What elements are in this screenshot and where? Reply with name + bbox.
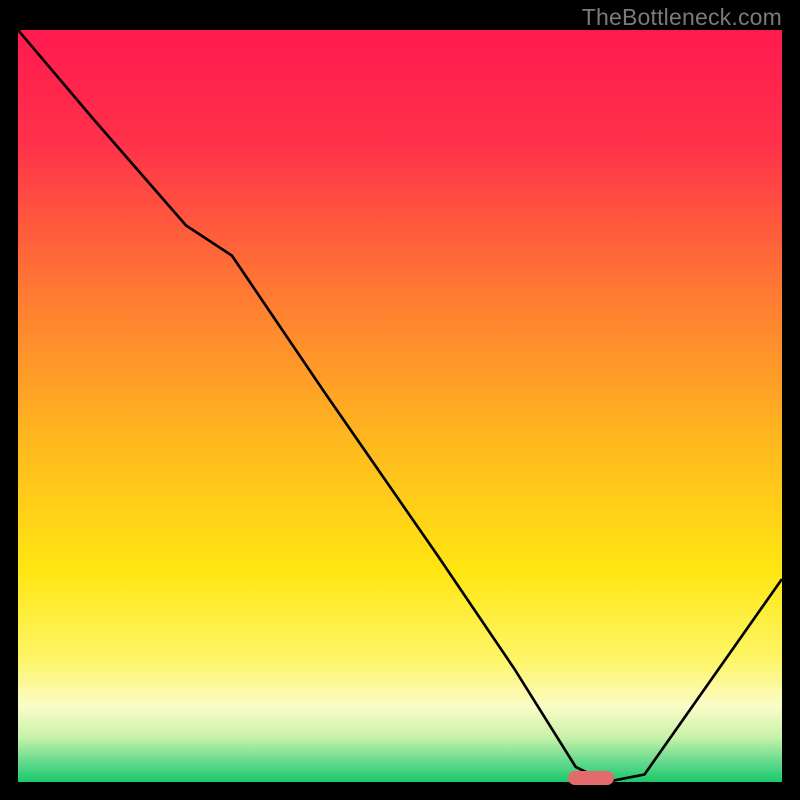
watermark-text: TheBottleneck.com — [582, 4, 782, 31]
optimal-point-marker — [568, 771, 614, 785]
chart-area — [18, 30, 782, 782]
bottleneck-curve-line — [18, 30, 782, 782]
